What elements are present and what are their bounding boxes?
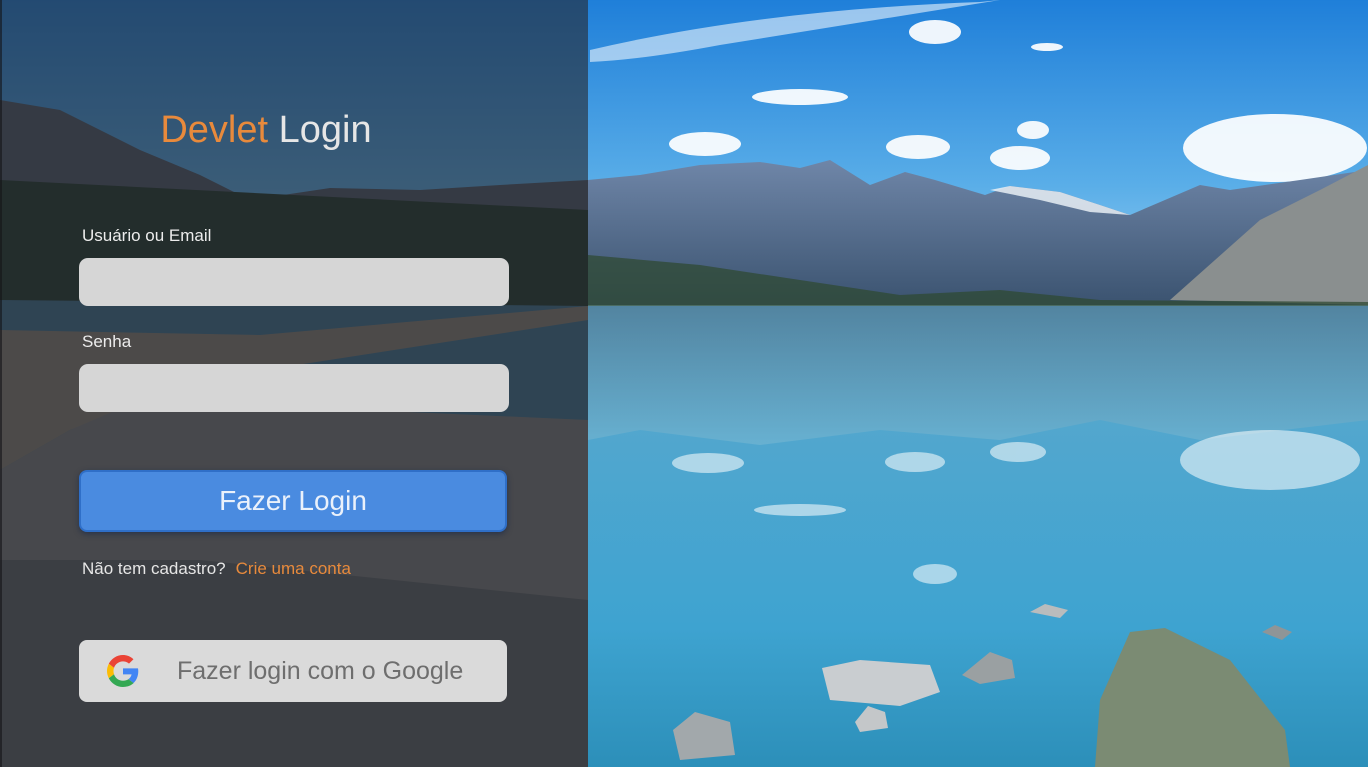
brand-name: Devlet	[160, 109, 269, 151]
create-account-link[interactable]: Crie uma conta	[236, 559, 351, 578]
title-text: Login	[278, 109, 372, 151]
password-label: Senha	[82, 332, 132, 351]
username-input[interactable]	[79, 258, 509, 306]
signup-row: Não tem cadastro? Crie uma conta	[82, 557, 351, 581]
page-title: Devlet Login	[0, 104, 588, 156]
login-panel: Devlet Login Usuário ou Email Senha Faze…	[0, 0, 588, 767]
google-icon	[107, 655, 139, 687]
username-label: Usuário ou Email	[82, 226, 212, 245]
signup-question: Não tem cadastro?	[82, 559, 226, 578]
google-login-button[interactable]: Fazer login com o Google	[79, 640, 507, 702]
password-input[interactable]	[79, 364, 509, 412]
google-login-label: Fazer login com o Google	[177, 657, 464, 685]
login-button[interactable]: Fazer Login	[79, 470, 507, 532]
